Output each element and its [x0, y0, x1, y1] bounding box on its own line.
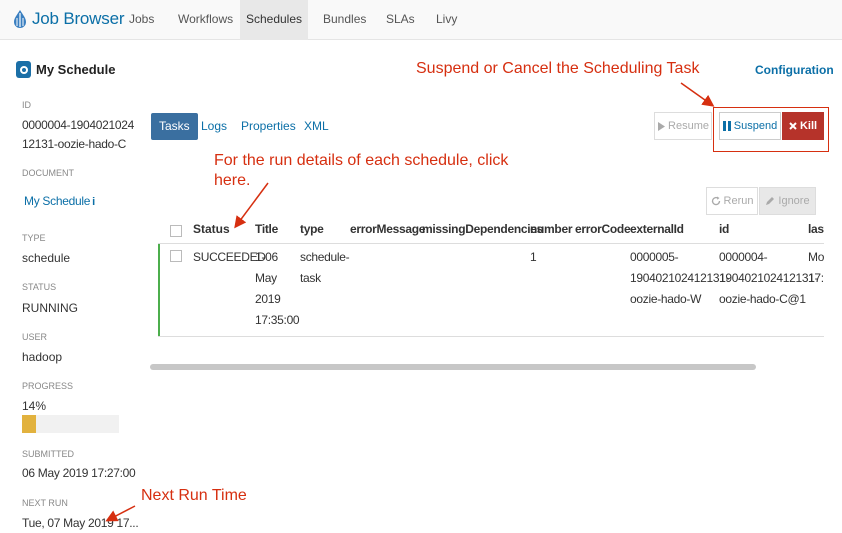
- arrow-to-actions: [680, 82, 715, 107]
- arrow-to-next-run: [105, 505, 136, 522]
- annotation-arrows: [105, 82, 715, 522]
- arrow-to-run-details: [234, 182, 269, 229]
